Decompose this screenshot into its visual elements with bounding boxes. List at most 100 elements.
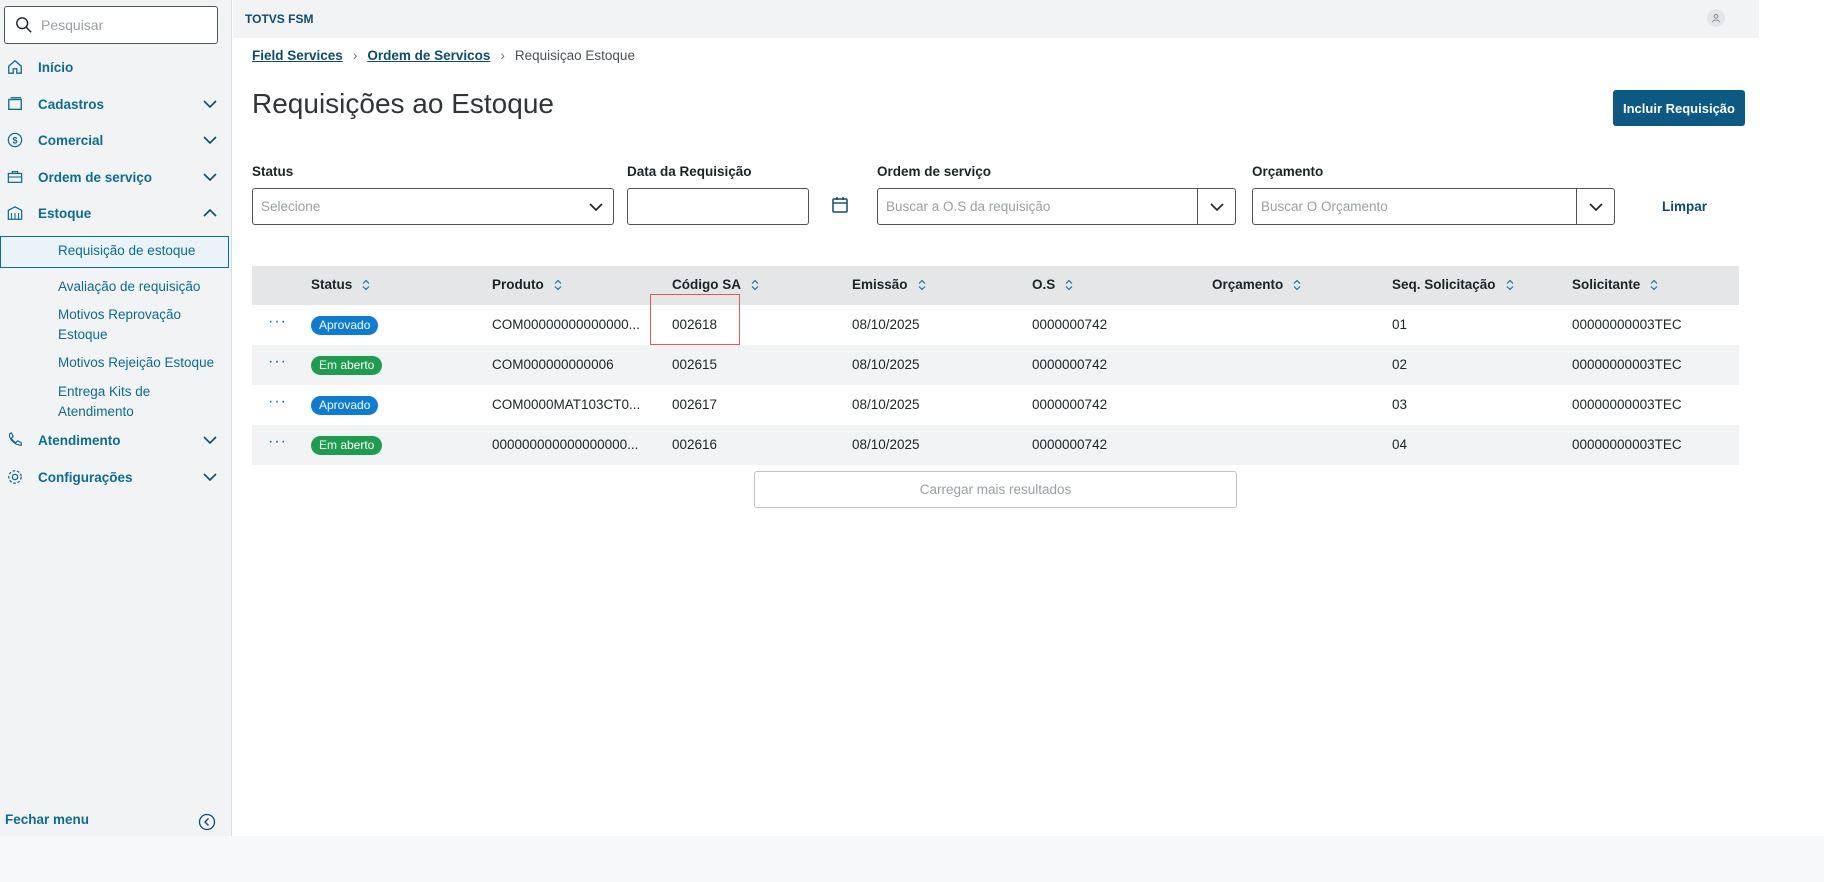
sidebar-subitem-requisicao-estoque[interactable]: Requisição de estoque: [0, 236, 229, 268]
cell-seq: 04: [1392, 437, 1408, 452]
sidebar-subitem-label: Requisição de estoque: [58, 243, 196, 258]
cell-produto: 000000000000000000...: [492, 437, 639, 452]
svg-text:$: $: [13, 136, 18, 146]
breadcrumb-field-services[interactable]: Field Services: [252, 48, 343, 63]
column-header-label: Código SA: [672, 277, 741, 292]
chevron-down-icon: [203, 473, 217, 482]
sidebar-subitem-motivos-reprovacao[interactable]: Motivos Reprovação Estoque: [58, 305, 228, 345]
sort-icon: [918, 279, 925, 290]
cell-os: 0000000742: [1032, 357, 1108, 372]
cell-produto: COM000000000006: [492, 357, 614, 372]
top-bar: TOTVS FSM: [233, 0, 1759, 38]
add-requisition-button[interactable]: Incluir Requisição: [1613, 90, 1745, 126]
column-header-status[interactable]: Status: [311, 277, 371, 292]
breadcrumb-ordem-servicos[interactable]: Ordem de Servicos: [367, 48, 490, 63]
sidebar-item-atendimento[interactable]: Atendimento: [0, 425, 232, 455]
column-header-label: Status: [311, 277, 353, 292]
column-header-label: Solicitante: [1572, 277, 1641, 292]
user-icon: [1712, 14, 1720, 23]
sidebar-item-cadastros[interactable]: Cadastros: [0, 89, 232, 119]
chevron-up-icon: [203, 208, 217, 217]
sidebar-item-ordem-servico[interactable]: Ordem de serviço: [0, 162, 232, 192]
close-menu-button[interactable]: Fechar menu: [5, 812, 89, 827]
column-header-os[interactable]: O.S: [1032, 277, 1074, 292]
date-filter-label: Data da Requisição: [627, 164, 752, 179]
cell-os: 0000000742: [1032, 437, 1108, 452]
column-header-orcamento[interactable]: Orçamento: [1212, 277, 1302, 292]
os-combobox[interactable]: Buscar a O.S da requisição: [877, 188, 1236, 225]
avatar[interactable]: [1707, 9, 1725, 27]
sort-icon: [1506, 279, 1513, 290]
cell-os: 0000000742: [1032, 397, 1108, 412]
status-select[interactable]: Selecione: [252, 188, 614, 225]
status-badge: Aprovado: [311, 396, 379, 415]
breadcrumb: Field Services › Ordem de Servicos › Req…: [252, 48, 635, 63]
breadcrumb-separator-icon: ›: [352, 48, 358, 63]
row-actions-button[interactable]: ···: [268, 433, 287, 451]
chevron-down-icon: [589, 203, 603, 212]
sidebar-item-label: Configurações: [38, 469, 133, 485]
chevron-down-icon: [1588, 202, 1603, 211]
load-more-button[interactable]: Carregar mais resultados: [754, 471, 1237, 508]
date-input[interactable]: [627, 188, 809, 225]
collapse-menu-icon[interactable]: [198, 813, 216, 831]
column-header-solicitante[interactable]: Solicitante: [1572, 277, 1659, 292]
phone-icon: [6, 431, 24, 449]
budget-combobox-placeholder: Buscar O Orçamento: [1261, 199, 1388, 214]
sidebar-item-inicio[interactable]: Início: [0, 52, 232, 82]
cell-produto: COM00000000000000...: [492, 317, 640, 332]
cell-produto: COM0000MAT103CT0...: [492, 397, 641, 412]
row-actions-button[interactable]: ···: [268, 393, 287, 411]
calendar-icon[interactable]: [830, 195, 850, 215]
table-row[interactable]: ··· Em aberto 000000000000000000... 0026…: [252, 425, 1739, 465]
column-header-codigo-sa[interactable]: Código SA: [672, 277, 760, 292]
sidebar-subitem-avaliacao[interactable]: Avaliação de requisição: [58, 277, 228, 297]
chevron-down-icon: [203, 100, 217, 109]
sidebar-item-estoque[interactable]: Estoque: [0, 198, 232, 228]
page-title: Requisições ao Estoque: [252, 88, 554, 119]
sidebar-item-label: Atendimento: [38, 432, 121, 448]
status-filter-label: Status: [252, 164, 294, 179]
gear-icon: [6, 468, 24, 486]
status-badge: Em aberto: [311, 436, 383, 455]
status-select-placeholder: Selecione: [261, 199, 321, 214]
highlight-box: [650, 294, 740, 345]
sort-icon: [751, 279, 759, 290]
home-icon: [6, 58, 24, 76]
row-actions-button[interactable]: ···: [268, 313, 287, 331]
status-badge: Aprovado: [311, 316, 379, 335]
sort-icon: [554, 279, 562, 290]
sort-icon: [1065, 279, 1073, 290]
sort-icon: [1650, 279, 1658, 290]
os-combobox-placeholder: Buscar a O.S da requisição: [886, 199, 1051, 214]
table-row[interactable]: ··· Em aberto COM000000000006 002615 08/…: [252, 345, 1739, 385]
sidebar-item-comercial[interactable]: $ Comercial: [0, 125, 232, 155]
sidebar-item-label: Comercial: [38, 132, 104, 148]
sort-icon: [362, 279, 370, 290]
table-row[interactable]: ··· Aprovado COM00000000000000... 002618…: [252, 305, 1739, 345]
os-dropdown-toggle[interactable]: [1197, 189, 1235, 224]
budget-dropdown-toggle[interactable]: [1576, 189, 1614, 224]
sidebar-item-label: Estoque: [38, 205, 92, 221]
warehouse-icon: [6, 204, 24, 222]
column-header-seq-solicitacao[interactable]: Seq. Solicitação: [1392, 277, 1515, 292]
sidebar-item-configuracoes[interactable]: Configurações: [0, 462, 232, 492]
sidebar-subitem-motivos-rejeicao[interactable]: Motivos Rejeição Estoque: [58, 353, 228, 373]
budget-combobox[interactable]: Buscar O Orçamento: [1252, 188, 1615, 225]
briefcase-icon: [6, 168, 24, 186]
cell-seq: 01: [1392, 317, 1408, 332]
cell-seq: 03: [1392, 397, 1408, 412]
search-placeholder: Pesquisar: [41, 17, 104, 33]
budget-filter-label: Orçamento: [1252, 164, 1324, 179]
table-row[interactable]: ··· Aprovado COM0000MAT103CT0... 002617 …: [252, 385, 1739, 425]
sidebar-item-label: Início: [38, 59, 74, 75]
column-header-emissao[interactable]: Emissão: [852, 277, 927, 292]
cell-solicitante: 00000000003TEC: [1572, 357, 1682, 372]
os-filter-label: Ordem de serviço: [877, 164, 992, 179]
search-input[interactable]: Pesquisar: [4, 6, 218, 44]
clear-filters-button[interactable]: Limpar: [1662, 199, 1707, 214]
sidebar-subitem-entrega-kits[interactable]: Entrega Kits de Atendimento: [58, 382, 228, 422]
chevron-down-icon: [203, 436, 217, 445]
row-actions-button[interactable]: ···: [268, 353, 287, 371]
column-header-produto[interactable]: Produto: [492, 277, 563, 292]
